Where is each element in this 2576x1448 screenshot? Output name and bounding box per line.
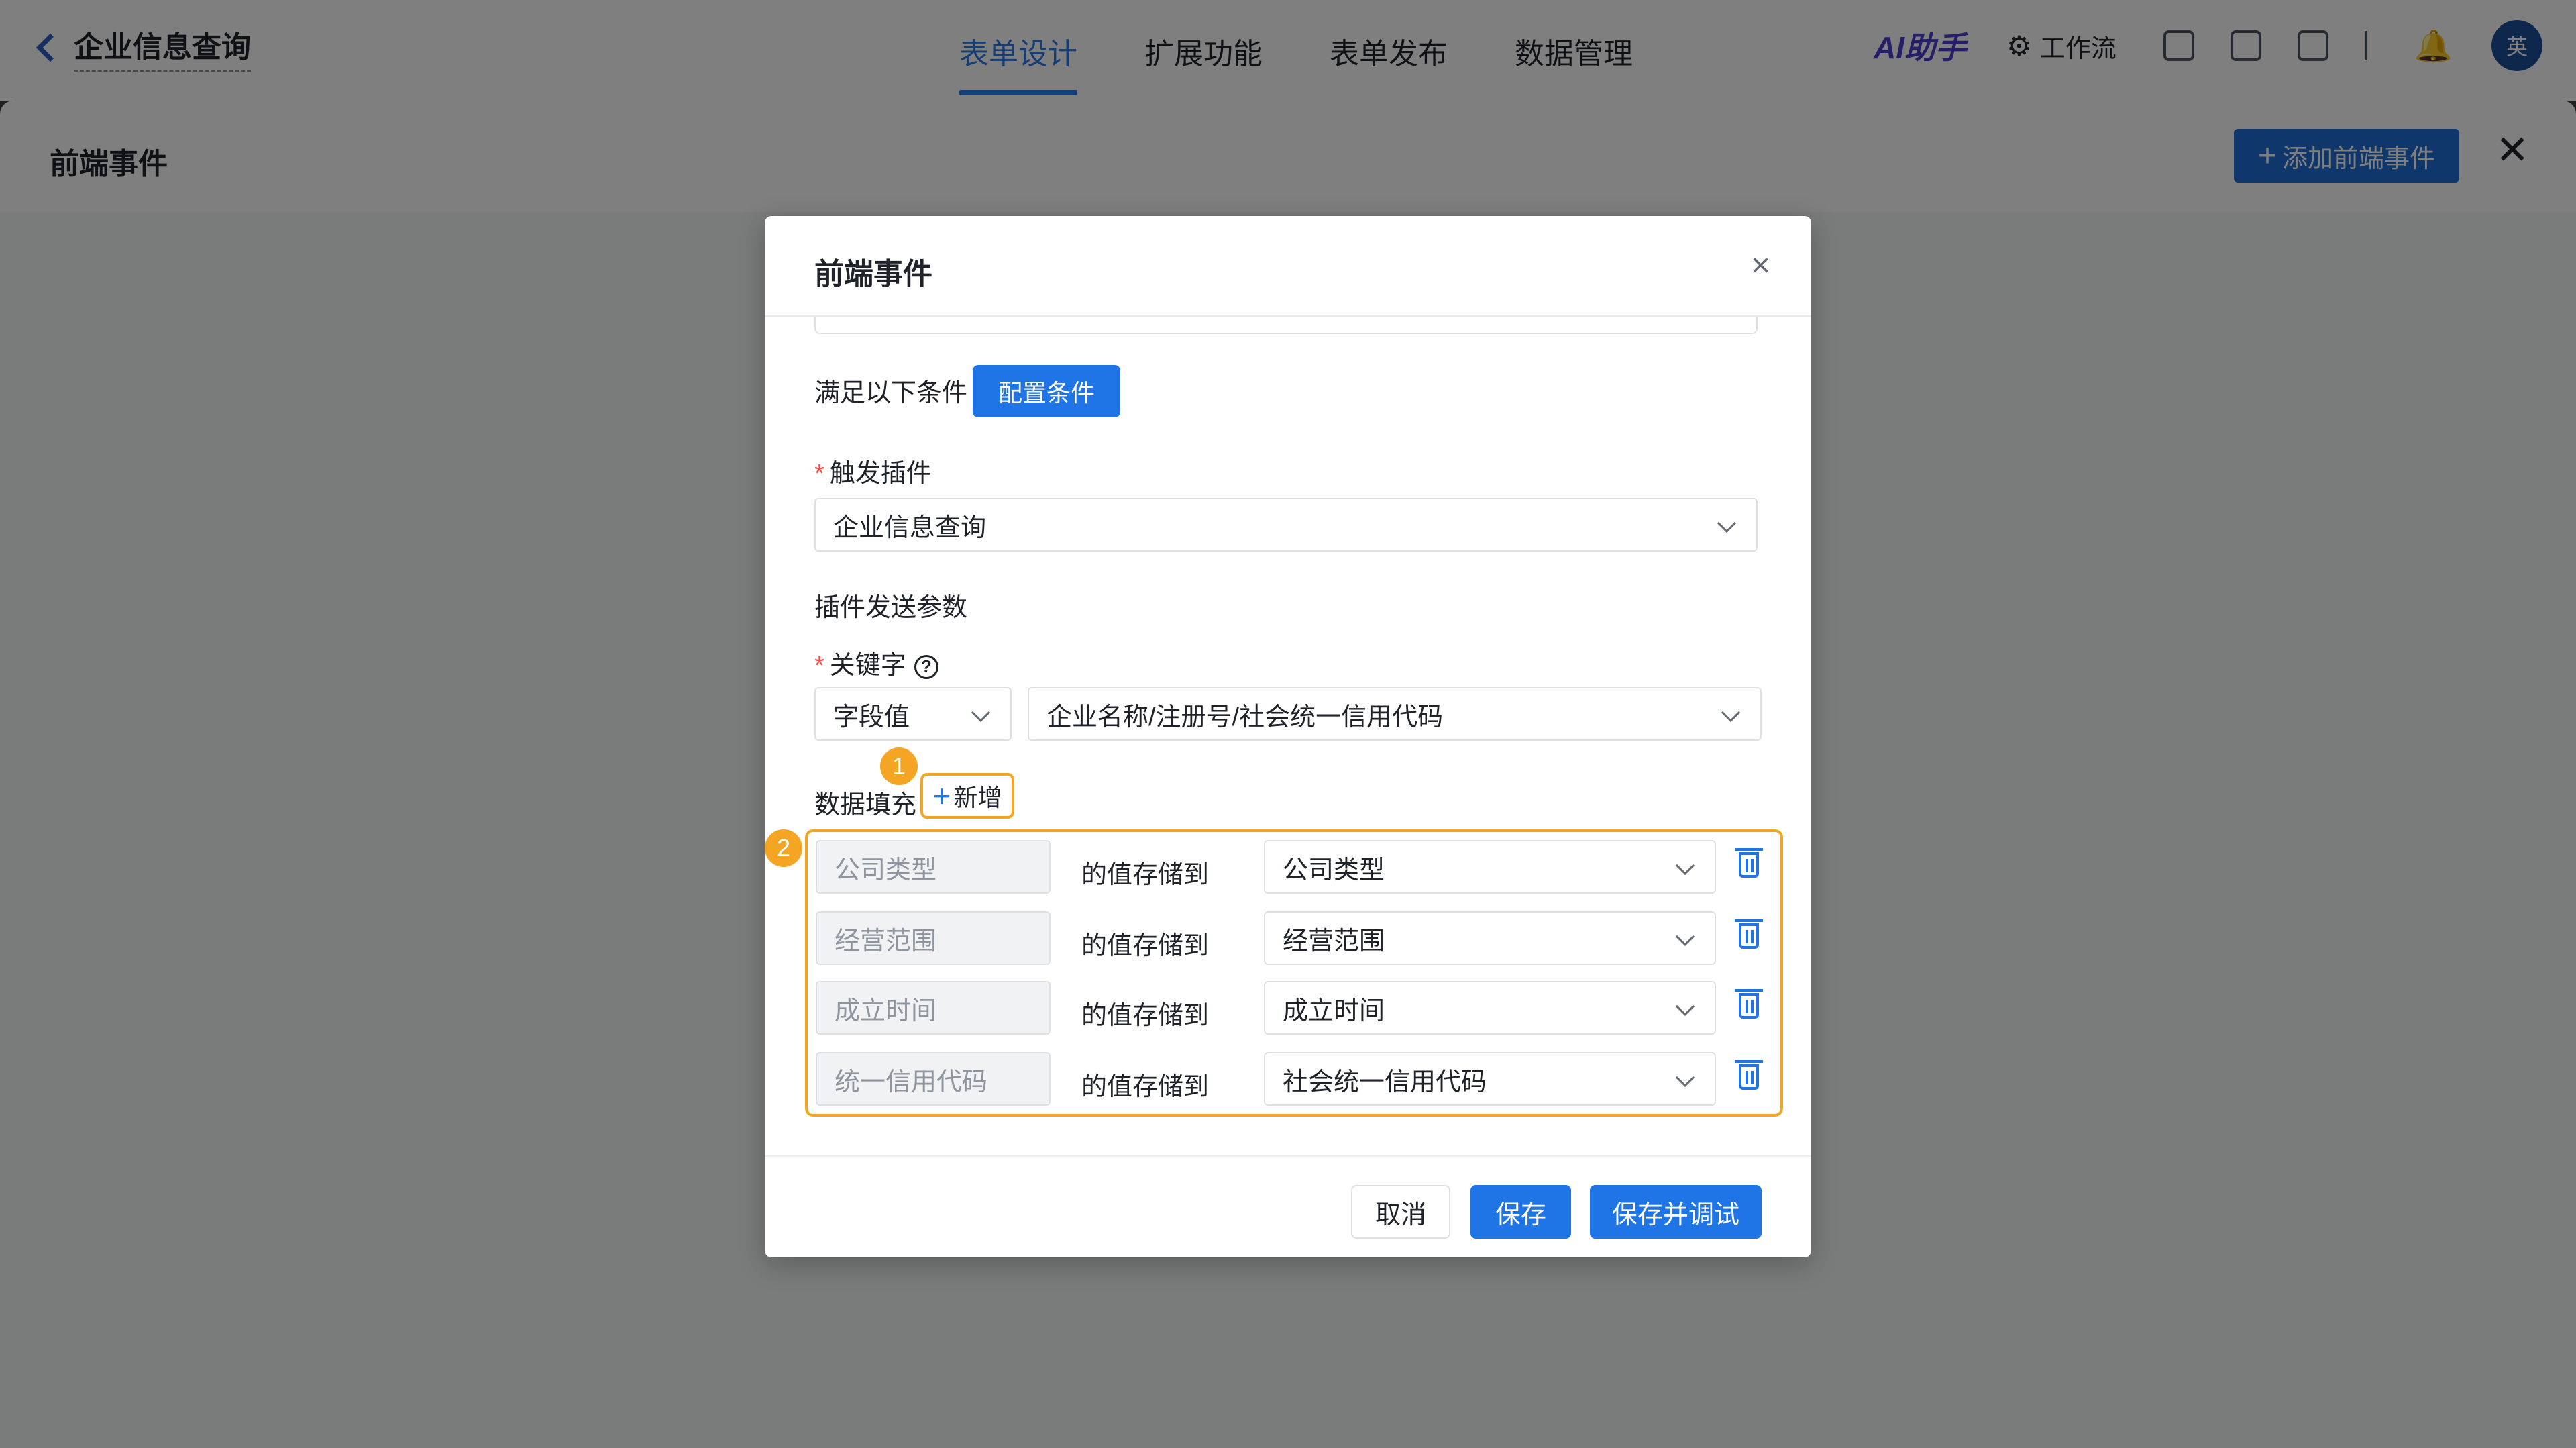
plus-icon: + [932,778,951,813]
chevron-down-icon [1721,703,1741,723]
mapping-source: 经营范围 [816,911,1051,965]
mapping-source: 统一信用代码 [816,1052,1051,1106]
scrolled-input-edge [814,317,1758,334]
mapping-connector: 的值存储到 [1081,861,1210,889]
modal-title: 前端事件 [814,258,932,291]
chevron-down-icon [1675,856,1695,876]
save-button[interactable]: 保存 [1470,1185,1571,1239]
mapping-row: 成立时间 的值存储到 成立时间 [765,981,1811,1035]
mapping-connector: 的值存储到 [1081,1002,1210,1030]
required-mark: * [814,652,824,680]
keyword-type-select[interactable]: 字段值 [814,687,1012,741]
data-fill-label: 数据填充 [814,791,917,819]
mapping-target-select[interactable]: 社会统一信用代码 [1264,1052,1716,1106]
chevron-down-icon [1675,1068,1695,1088]
keyword-label: * 关键字? [814,644,938,681]
keyword-field-value: 企业名称/注册号/社会统一信用代码 [1046,703,1444,731]
trigger-plugin-value: 企业信息查询 [833,513,987,542]
trash-icon[interactable] [1735,1060,1763,1090]
save-and-debug-button[interactable]: 保存并调试 [1590,1185,1762,1239]
mapping-row: 公司类型 的值存储到 公司类型 [765,840,1811,894]
mapping-target-select[interactable]: 成立时间 [1264,981,1716,1035]
trigger-plugin-select[interactable]: 企业信息查询 [814,498,1758,552]
add-mapping-button[interactable]: + 新增 [920,773,1014,819]
mapping-connector: 的值存储到 [1081,1073,1210,1101]
mapping-row: 经营范围 的值存储到 经营范围 [765,911,1811,965]
mapping-target-value: 公司类型 [1283,856,1385,884]
add-mapping-label: 新增 [953,784,1002,811]
chevron-down-icon [1675,996,1695,1017]
plugin-params-label: 插件发送参数 [814,594,968,622]
mapping-row: 统一信用代码 的值存储到 社会统一信用代码 [765,1052,1811,1106]
mapping-target-value: 成立时间 [1283,996,1385,1025]
condition-label: 满足以下条件 [814,379,968,407]
frontend-event-modal: 前端事件 × 满足以下条件 配置条件 * 触发插件 企业信息查询 插件发送参数 *… [765,216,1811,1257]
mapping-target-value: 经营范围 [1283,927,1385,955]
trash-icon[interactable] [1735,989,1763,1019]
mapping-target-select[interactable]: 经营范围 [1264,911,1716,965]
trigger-plugin-label: * 触发插件 [814,460,932,488]
help-icon[interactable]: ? [914,654,938,679]
chevron-down-icon [1675,927,1695,947]
close-icon[interactable]: × [1751,248,1770,282]
required-mark: * [814,460,824,488]
mapping-connector: 的值存储到 [1081,932,1210,960]
chevron-down-icon [971,703,991,723]
footer-divider [765,1155,1811,1157]
keyword-type-value: 字段值 [833,703,910,731]
mapping-source: 公司类型 [816,840,1051,894]
trash-icon[interactable] [1735,848,1763,878]
cancel-button[interactable]: 取消 [1351,1185,1450,1239]
step-badge-1: 1 [880,747,918,785]
modal-header: 前端事件 × [765,216,1811,317]
chevron-down-icon [1717,513,1737,533]
configure-condition-button[interactable]: 配置条件 [973,365,1120,417]
mapping-target-value: 社会统一信用代码 [1283,1068,1487,1096]
mapping-target-select[interactable]: 公司类型 [1264,840,1716,894]
keyword-field-select[interactable]: 企业名称/注册号/社会统一信用代码 [1028,687,1762,741]
trash-icon[interactable] [1735,919,1763,949]
mapping-source: 成立时间 [816,981,1051,1035]
